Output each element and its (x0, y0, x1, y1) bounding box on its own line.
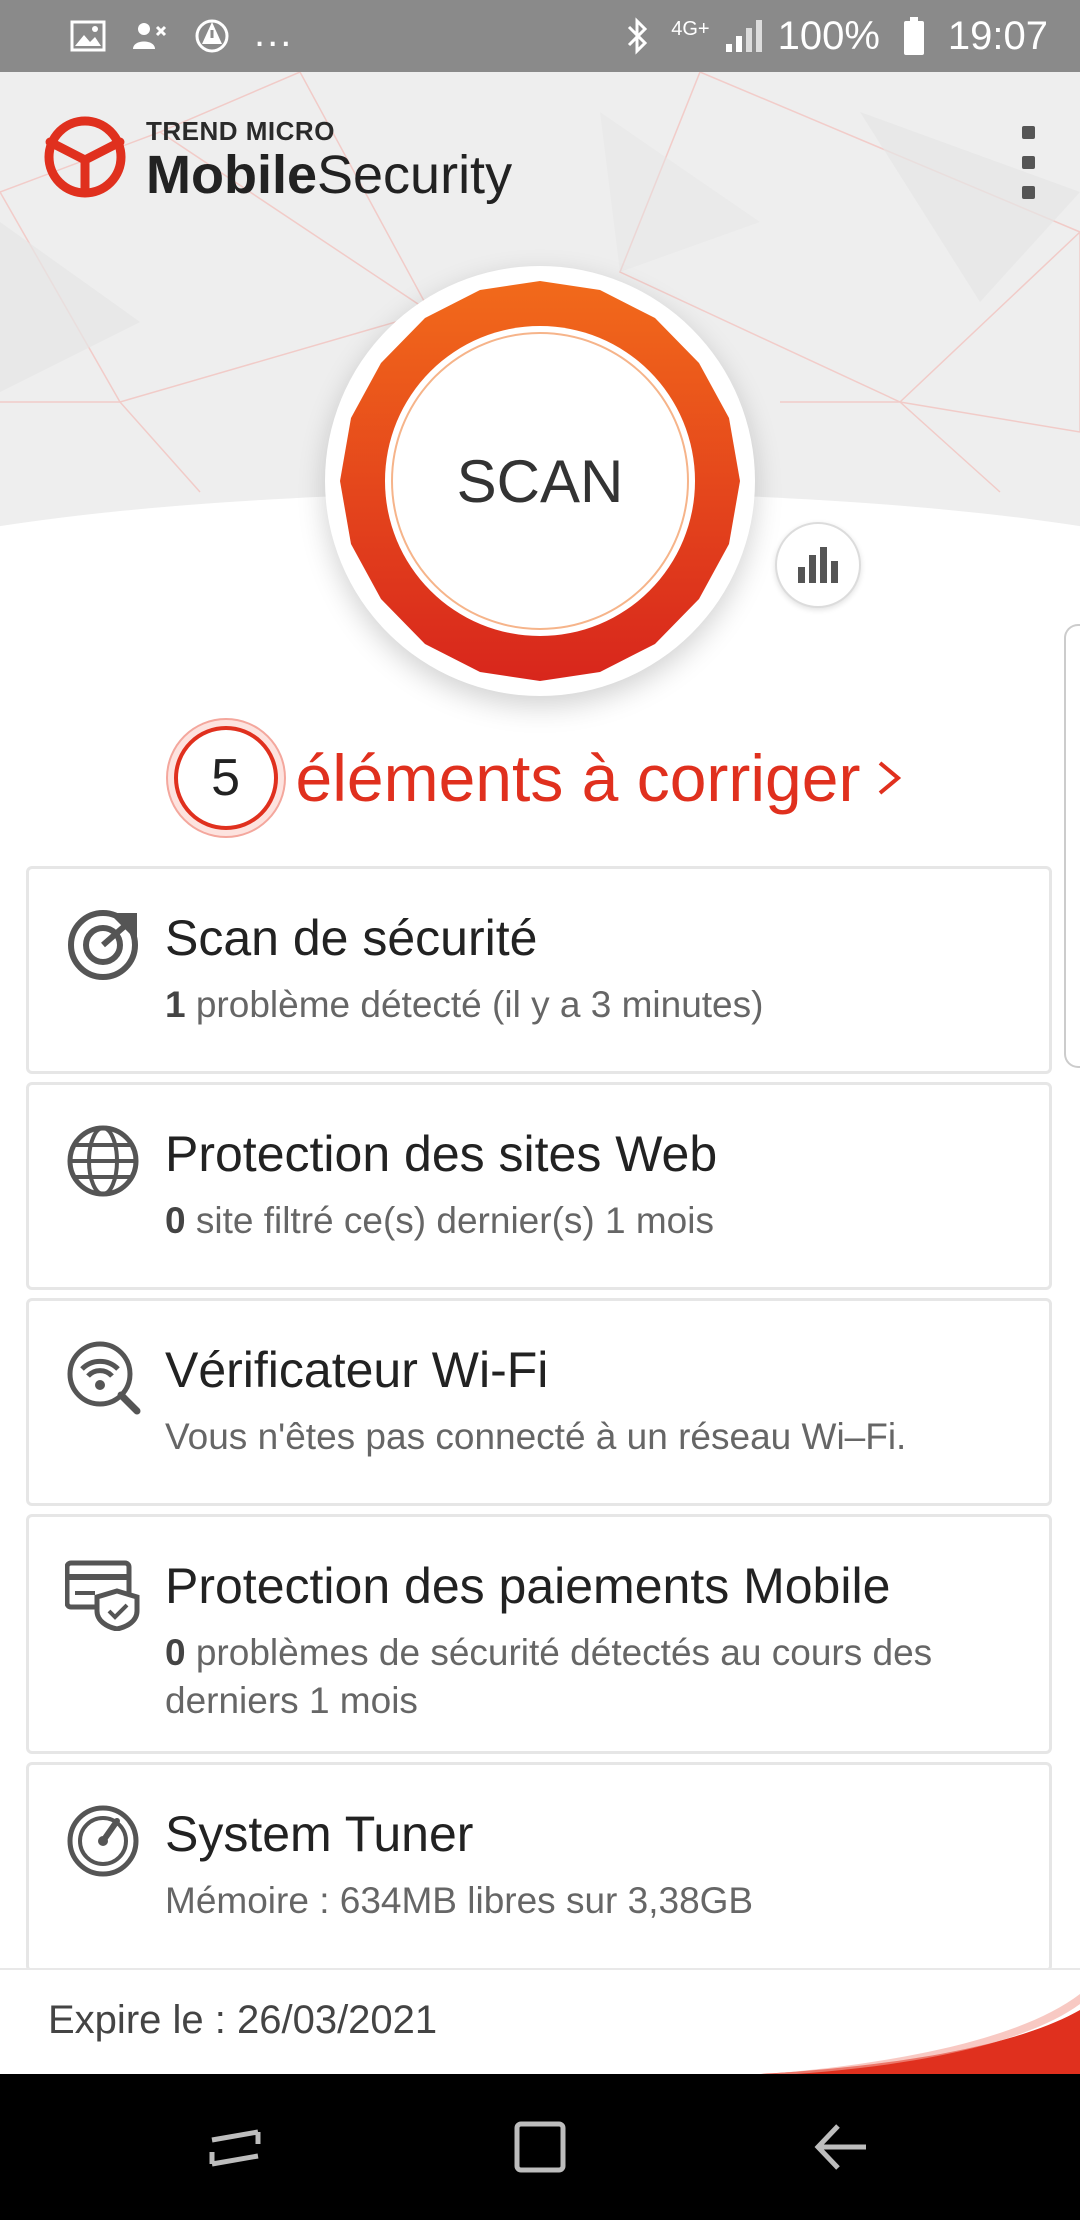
scan-label: SCAN (456, 447, 624, 515)
brand-company: TREND MICRO (146, 115, 335, 146)
bluetooth-icon (617, 16, 657, 56)
security-scan-icon (68, 910, 138, 980)
status-bar: ... 4G+ 100% 19:07 (0, 0, 1080, 72)
brand-product: MobileSecurity (146, 144, 513, 205)
card-subtitle: Vous n'êtes pas connecté à un réseau Wi–… (165, 1416, 907, 1457)
card-title: Protection des sites Web (165, 1126, 718, 1182)
globe-icon (67, 1125, 139, 1197)
battery-icon (894, 16, 934, 56)
system-navigation-bar (0, 2074, 1080, 2220)
app-logo: TREND MICRO MobileSecurity (40, 112, 512, 207)
card-subtitle: 0 problèmes de sécurité détectés au cour… (165, 1632, 933, 1721)
contacts-notification-icon (130, 16, 170, 56)
card-title: Protection des paiements Mobile (165, 1558, 891, 1614)
recent-apps-icon[interactable] (200, 2112, 270, 2182)
security-notification-icon (192, 16, 232, 56)
card-subtitle: 1 problème détecté (il y a 3 minutes) (165, 984, 764, 1025)
chevron-right-icon (879, 761, 902, 795)
card-title: Vérificateur Wi-Fi (165, 1342, 549, 1398)
speedometer-icon (67, 1805, 139, 1877)
payment-shield-icon (65, 1560, 140, 1631)
wifi-checker-card[interactable]: Vérificateur Wi-Fi Vous n'êtes pas conne… (26, 1298, 1052, 1506)
clock: 19:07 (947, 13, 1048, 58)
gallery-notification-icon (68, 16, 108, 56)
web-protection-card[interactable]: Protection des sites Web 0 site filtré c… (26, 1082, 1052, 1290)
license-footer: Expire le : 26/03/2021 (0, 1968, 1080, 2076)
card-subtitle: 0 site filtré ce(s) dernier(s) 1 mois (165, 1200, 714, 1241)
trend-micro-logo-icon (40, 112, 130, 207)
card-title: System Tuner (165, 1806, 474, 1862)
card-title: Scan de sécurité (165, 910, 538, 966)
wifi-search-icon (67, 1341, 141, 1415)
issues-link[interactable]: 5 éléments à corriger (0, 718, 1080, 838)
statistics-button[interactable] (775, 522, 861, 608)
scan-button[interactable]: SCAN (325, 266, 755, 696)
footer-swoosh-decoration (720, 1994, 1080, 2076)
home-icon[interactable] (505, 2112, 575, 2182)
system-tuner-card[interactable]: System Tuner Mémoire : 634MB libres sur … (26, 1762, 1052, 1972)
card-subtitle: Mémoire : 634MB libres sur 3,38GB (165, 1880, 754, 1921)
bar-chart-icon (798, 547, 838, 583)
expiry-date: Expire le : 26/03/2021 (48, 1998, 438, 2042)
signal-icon (724, 16, 764, 56)
issue-count-badge: 5 (173, 726, 278, 830)
battery-percent: 100% (777, 13, 880, 58)
back-icon[interactable] (806, 2112, 876, 2182)
network-type: 4G+ (671, 17, 710, 40)
security-scan-card[interactable]: Scan de sécurité 1 problème détecté (il … (26, 866, 1052, 1074)
overflow-menu-button[interactable] (1006, 117, 1050, 207)
more-notifications-indicator: ... (254, 10, 294, 55)
edge-panel-handle[interactable] (1064, 624, 1080, 1068)
issues-label: éléments à corriger (295, 741, 861, 815)
payment-protection-card[interactable]: Protection des paiements Mobile 0 problè… (26, 1514, 1052, 1754)
